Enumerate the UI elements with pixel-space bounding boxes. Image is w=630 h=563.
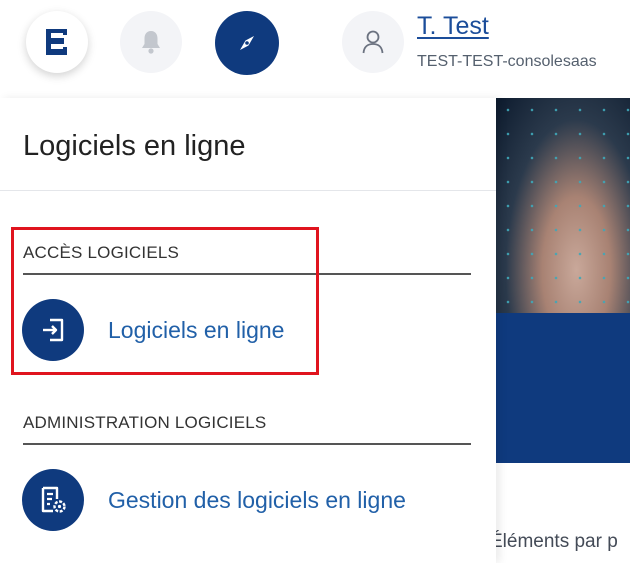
menu-list-icon <box>46 29 67 55</box>
background-blue-block <box>496 313 630 463</box>
menu-item-gestion-logiciels[interactable]: Gestion des logiciels en ligne <box>22 469 406 531</box>
user-icon <box>362 30 384 54</box>
menu-item-label: Gestion des logiciels en ligne <box>108 486 406 513</box>
highlight-annotation-box <box>11 227 319 375</box>
panel-divider <box>0 190 496 191</box>
background-photo <box>496 98 630 313</box>
user-avatar-button[interactable] <box>342 11 404 73</box>
document-settings-icon <box>22 469 84 531</box>
top-bar: T. Test TEST-TEST-consolesaas <box>0 0 630 98</box>
user-organization: TEST-TEST-consolesaas <box>417 53 597 70</box>
items-per-page-label: Éléments par p <box>490 531 618 552</box>
compass-icon <box>240 36 254 50</box>
menu-button[interactable] <box>26 11 88 73</box>
section-label-administration: ADMINISTRATION LOGICIELS <box>23 413 267 432</box>
navigation-button[interactable] <box>215 11 279 75</box>
bell-icon <box>142 31 160 54</box>
background-dot-pattern <box>496 98 630 313</box>
panel-title: Logiciels en ligne <box>23 130 246 162</box>
section-rule <box>23 443 471 445</box>
user-name-link[interactable]: T. Test <box>417 12 489 41</box>
notifications-button[interactable] <box>120 11 182 73</box>
